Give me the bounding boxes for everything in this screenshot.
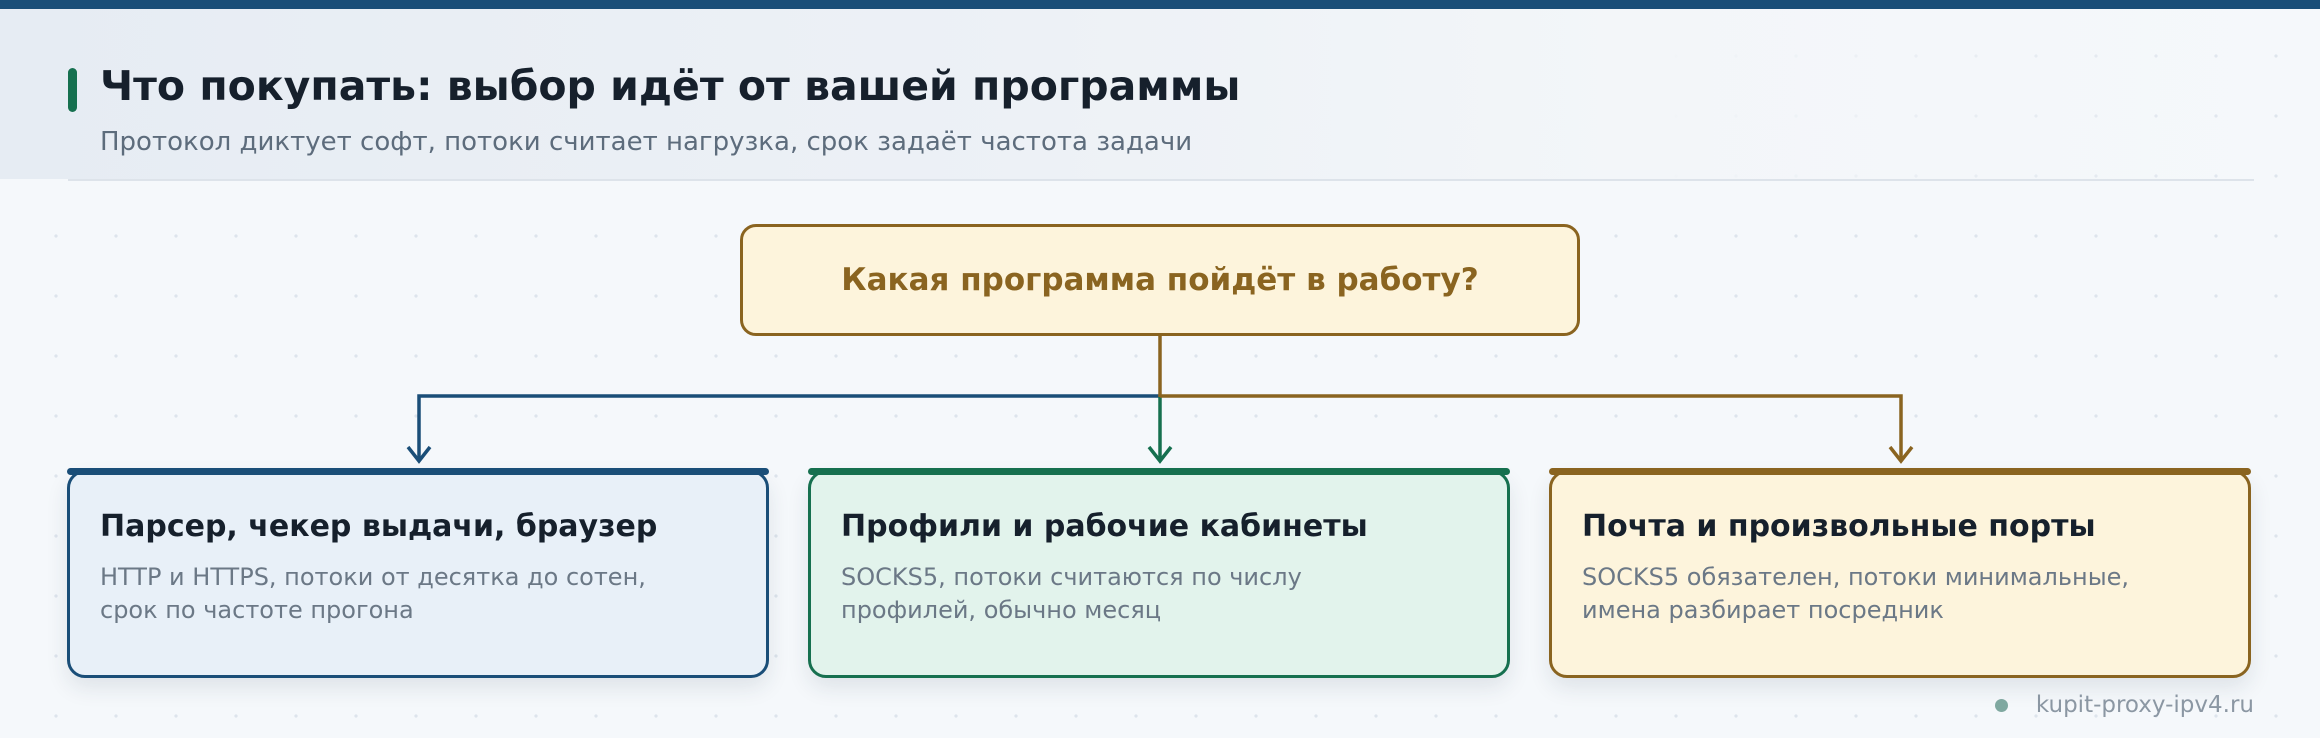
card-title: Почта и произвольные порты bbox=[1582, 509, 2096, 544]
card-title: Профили и рабочие кабинеты bbox=[841, 509, 1368, 544]
footer-dot-icon bbox=[1994, 698, 2008, 712]
question-text: Какая программа пойдёт в работу? bbox=[841, 262, 1479, 298]
card-description: HTTP и HTTPS, потоки от десятка до сотен… bbox=[100, 563, 646, 624]
card-title: Парсер, чекер выдачи, браузер bbox=[100, 509, 658, 544]
connector-to-card-1 bbox=[417, 394, 1160, 458]
card-parser: Парсер, чекер выдачи, браузер HTTP и HTT… bbox=[67, 468, 769, 678]
card-accent-line bbox=[808, 468, 1510, 475]
card-profiles: Профили и рабочие кабинеты SOCKS5, поток… bbox=[808, 468, 1510, 678]
card-description: SOCKS5 обязателен, потоки минимальные, и… bbox=[1582, 563, 2130, 624]
footer: kupit-proxy-ipv4.ru bbox=[1994, 692, 2254, 718]
card-mail: Почта и произвольные порты SOCKS5 обязат… bbox=[1549, 468, 2251, 678]
card-description: SOCKS5, потоки считаются по числу профил… bbox=[841, 563, 1302, 624]
question-node: Какая программа пойдёт в работу? bbox=[740, 224, 1580, 336]
footer-site-link[interactable]: kupit-proxy-ipv4.ru bbox=[2036, 692, 2254, 718]
connector-to-card-3 bbox=[1160, 394, 1903, 458]
card-accent-line bbox=[1549, 468, 2251, 475]
card-accent-line bbox=[67, 468, 769, 475]
